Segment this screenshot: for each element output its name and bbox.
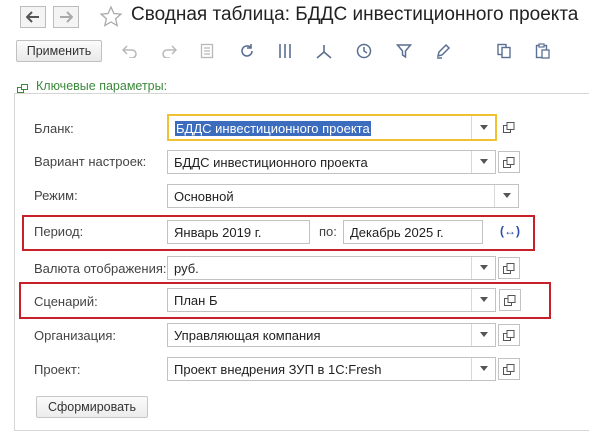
blank-field[interactable]: БДДС инвестиционного проекта <box>167 114 497 141</box>
clock-icon[interactable] <box>354 41 374 61</box>
blank-value: БДДС инвестиционного проекта <box>175 121 371 136</box>
copy-icon[interactable] <box>494 41 514 61</box>
open-form-icon <box>503 329 515 341</box>
filter-icon[interactable] <box>394 41 414 61</box>
arrow-left-icon <box>26 11 39 23</box>
mode-label: Режим: <box>34 188 78 203</box>
currency-field[interactable]: руб. <box>167 256 496 280</box>
generate-button[interactable]: Сформировать <box>36 396 148 418</box>
variant-value: БДДС инвестиционного проекта <box>174 155 368 170</box>
currency-label: Валюта отображения: <box>34 261 167 276</box>
project-label: Проект: <box>34 362 81 377</box>
report-icon[interactable] <box>197 41 217 61</box>
forward-button[interactable] <box>53 6 79 28</box>
chevron-down-icon[interactable] <box>471 116 495 139</box>
project-field[interactable]: Проект внедрения ЗУП в 1С:Fresh <box>167 357 496 381</box>
chevron-down-icon[interactable] <box>471 257 495 279</box>
open-form-icon <box>503 262 515 274</box>
period-to-value: Декабрь 2025 г. <box>350 225 444 240</box>
period-to-label: по: <box>319 224 337 239</box>
organization-label: Организация: <box>34 328 117 343</box>
mode-value: Основной <box>174 189 234 204</box>
open-form-icon <box>503 121 515 133</box>
apply-button[interactable]: Применить <box>16 40 102 62</box>
pencil-icon[interactable] <box>433 41 453 61</box>
chevron-down-icon[interactable] <box>471 289 495 311</box>
redo-icon[interactable] <box>159 41 179 61</box>
period-to-field[interactable]: Декабрь 2025 г. <box>343 220 483 244</box>
refresh-icon[interactable] <box>237 41 257 61</box>
period-label: Период: <box>34 224 84 239</box>
columns-icon[interactable] <box>275 41 295 61</box>
scenario-value: План Б <box>174 293 218 308</box>
blank-label: Бланк: <box>34 121 74 136</box>
scenario-field[interactable]: План Б <box>167 288 496 312</box>
project-value: Проект внедрения ЗУП в 1С:Fresh <box>174 362 382 377</box>
chevron-down-icon[interactable] <box>471 358 495 380</box>
paste-icon[interactable] <box>533 41 553 61</box>
variant-label: Вариант настроек: <box>34 154 147 169</box>
tree-icon[interactable] <box>314 41 334 61</box>
currency-value: руб. <box>174 261 199 276</box>
mode-field[interactable]: Основной <box>167 184 519 208</box>
currency-open-button[interactable] <box>498 257 520 279</box>
expand-period-icon[interactable]: (↔) <box>500 224 520 238</box>
back-button[interactable] <box>20 6 46 28</box>
open-form-icon <box>504 294 516 306</box>
arrow-right-icon <box>60 11 73 23</box>
favorite-star-icon[interactable] <box>99 5 123 32</box>
project-open-button[interactable] <box>498 358 520 380</box>
scenario-label: Сценарий: <box>34 294 98 309</box>
period-from-field[interactable]: Январь 2019 г. <box>167 220 310 244</box>
chevron-down-icon[interactable] <box>494 185 518 207</box>
variant-open-button[interactable] <box>498 151 520 173</box>
window-title: Сводная таблица: БДДС инвестиционного пр… <box>131 4 579 25</box>
organization-field[interactable]: Управляющая компания <box>167 323 496 347</box>
scenario-open-button[interactable] <box>499 289 521 311</box>
group-title: Ключевые параметры: <box>36 79 168 93</box>
period-from-value: Январь 2019 г. <box>174 225 262 240</box>
variant-field[interactable]: БДДС инвестиционного проекта <box>167 150 496 174</box>
open-form-icon <box>503 156 515 168</box>
undo-icon[interactable] <box>120 41 140 61</box>
organization-value: Управляющая компания <box>174 328 321 343</box>
open-form-icon <box>503 363 515 375</box>
blank-open-button[interactable] <box>498 116 520 138</box>
chevron-down-icon[interactable] <box>471 324 495 346</box>
organization-open-button[interactable] <box>498 324 520 346</box>
chevron-down-icon[interactable] <box>471 151 495 173</box>
